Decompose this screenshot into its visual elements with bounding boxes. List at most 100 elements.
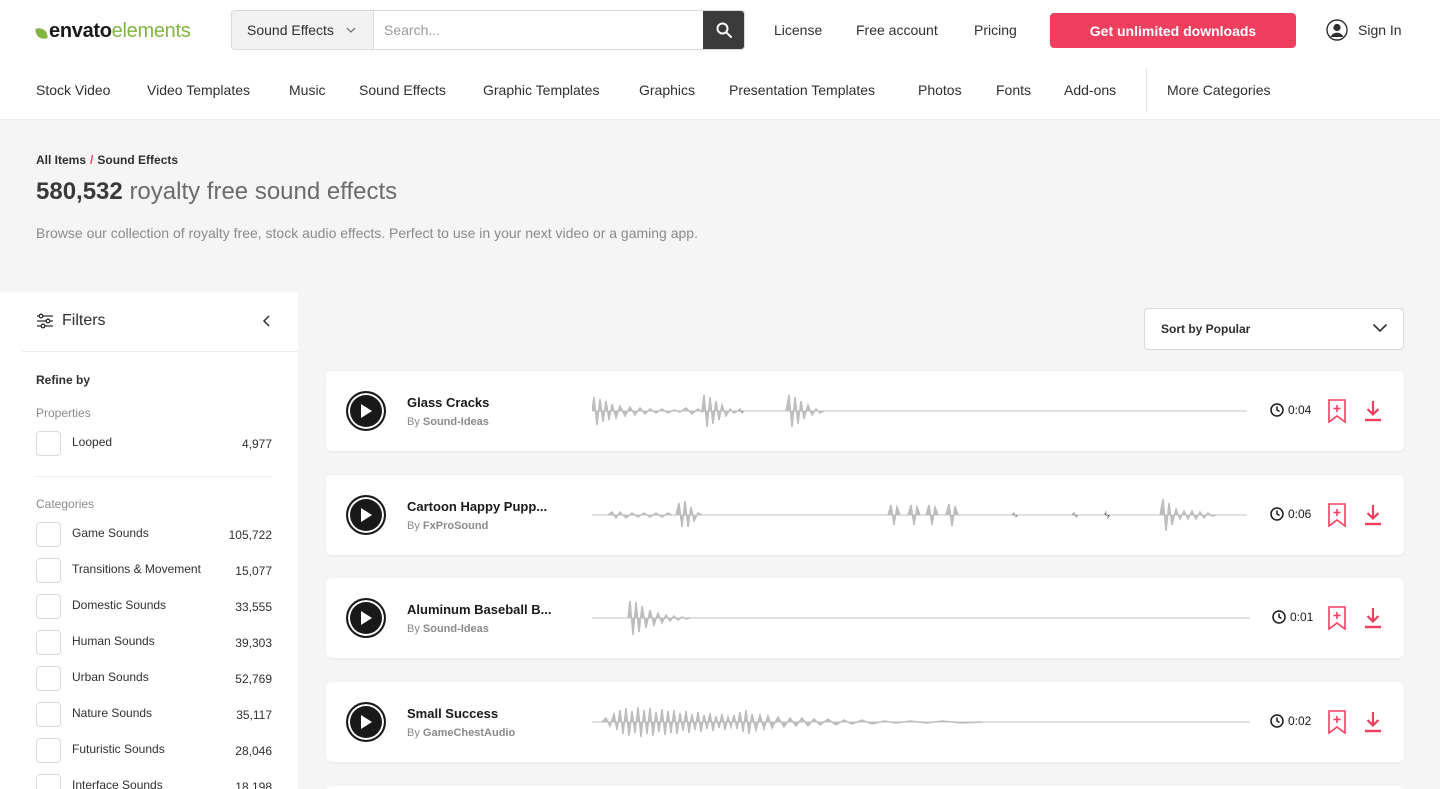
- nav-sound-effects[interactable]: Sound Effects: [359, 82, 446, 98]
- envato-elements-logo[interactable]: envato elements: [35, 18, 191, 44]
- bookmark-add-icon[interactable]: [1327, 399, 1347, 423]
- sign-in-label: Sign In: [1358, 22, 1402, 38]
- breadcrumb-all-items[interactable]: All Items: [36, 153, 86, 167]
- filter-count: 52,769: [235, 672, 272, 686]
- page-hero: All Items / Sound Effects 580,532 royalty …: [0, 120, 1440, 292]
- bookmark-add-icon[interactable]: [1327, 503, 1347, 527]
- sound-author-line: By GameChestAudio: [407, 727, 515, 739]
- play-button[interactable]: [346, 391, 386, 431]
- nav-presentation-templates[interactable]: Presentation Templates: [729, 82, 875, 98]
- bookmark-add-icon[interactable]: [1327, 606, 1347, 630]
- clock-icon: [1270, 403, 1284, 417]
- nav-fonts[interactable]: Fonts: [996, 82, 1031, 98]
- sound-author[interactable]: GameChestAudio: [423, 727, 515, 739]
- filter-futuristic-sounds[interactable]: Futuristic Sounds 28,046: [36, 738, 272, 763]
- sort-dropdown[interactable]: Sort by Popular: [1144, 308, 1404, 350]
- checkbox[interactable]: [36, 558, 61, 583]
- nav-more-categories[interactable]: More Categories: [1167, 82, 1271, 98]
- sound-author[interactable]: FxProSound: [423, 520, 488, 532]
- nav-video-templates[interactable]: Video Templates: [147, 82, 250, 98]
- by-prefix: By: [407, 520, 420, 532]
- sound-item-glass-cracks[interactable]: Glass Cracks By Sound-Ideas 0:04: [326, 371, 1404, 451]
- search-input[interactable]: [374, 11, 703, 49]
- filter-transitions-movement[interactable]: Transitions & Movement 15,077: [36, 558, 272, 583]
- sound-item-small-success[interactable]: Small Success By GameChestAudio 0:02: [326, 682, 1404, 762]
- waveform[interactable]: [592, 391, 1252, 431]
- play-button[interactable]: [346, 702, 386, 742]
- sound-author-line: By Sound-Ideas: [407, 623, 489, 635]
- nav-stock-video[interactable]: Stock Video: [36, 82, 110, 98]
- checkbox[interactable]: [36, 738, 61, 763]
- duration: 0:02: [1270, 714, 1311, 728]
- refine-by-label: Refine by: [36, 373, 91, 387]
- nav-music[interactable]: Music: [289, 82, 326, 98]
- checkbox[interactable]: [36, 702, 61, 727]
- sound-title[interactable]: Aluminum Baseball B...: [407, 602, 551, 617]
- search-category-select[interactable]: Sound Effects: [232, 11, 374, 49]
- filter-interface-sounds[interactable]: Interface Sounds 18,198: [36, 774, 272, 789]
- filters-divider: [22, 351, 298, 352]
- filter-count: 4,977: [241, 437, 272, 451]
- sound-item-cartoon-happy-puppy[interactable]: Cartoon Happy Pupp... By FxProSound 0:06: [326, 475, 1404, 555]
- filter-name: Futuristic Sounds: [72, 742, 165, 756]
- waveform[interactable]: [592, 598, 1252, 638]
- sound-item-aluminum-baseball[interactable]: Aluminum Baseball B... By Sound-Ideas 0:…: [326, 578, 1404, 658]
- sign-in-link[interactable]: Sign In: [1326, 19, 1402, 41]
- get-unlimited-downloads-button[interactable]: Get unlimited downloads: [1050, 13, 1296, 48]
- checkbox[interactable]: [36, 431, 61, 456]
- sound-title[interactable]: Cartoon Happy Pupp...: [407, 499, 547, 514]
- checkbox[interactable]: [36, 666, 61, 691]
- search-bar: Sound Effects: [231, 10, 745, 50]
- waveform[interactable]: [592, 702, 1252, 742]
- filter-name: Human Sounds: [72, 634, 155, 648]
- filter-nature-sounds[interactable]: Nature Sounds 35,117: [36, 702, 272, 727]
- pricing-link[interactable]: Pricing: [974, 22, 1017, 38]
- chevron-left-icon[interactable]: [260, 314, 274, 328]
- download-icon[interactable]: [1364, 400, 1382, 422]
- play-icon: [361, 611, 372, 625]
- filters-sidebar: Filters Refine by Properties Looped 4,97…: [0, 292, 298, 789]
- search-icon: [716, 22, 732, 38]
- filter-game-sounds[interactable]: Game Sounds 105,722: [36, 522, 272, 547]
- download-icon[interactable]: [1364, 711, 1382, 733]
- license-link[interactable]: License: [774, 22, 822, 38]
- nav-graphics[interactable]: Graphics: [639, 82, 695, 98]
- search-button[interactable]: [703, 11, 744, 49]
- duration: 0:06: [1270, 507, 1311, 521]
- checkbox[interactable]: [36, 522, 61, 547]
- checkbox[interactable]: [36, 774, 61, 789]
- sound-author[interactable]: Sound-Ideas: [423, 416, 489, 428]
- clock-icon: [1270, 507, 1284, 521]
- filter-human-sounds[interactable]: Human Sounds 39,303: [36, 630, 272, 655]
- download-icon[interactable]: [1364, 504, 1382, 526]
- user-icon: [1326, 19, 1348, 41]
- breadcrumb-separator: /: [90, 153, 94, 167]
- duration-value: 0:01: [1290, 610, 1314, 624]
- filter-count: 105,722: [228, 528, 272, 542]
- play-button[interactable]: [346, 598, 386, 638]
- sound-author[interactable]: Sound-Ideas: [423, 623, 489, 635]
- filter-domestic-sounds[interactable]: Domestic Sounds 33,555: [36, 594, 272, 619]
- section-divider: [36, 476, 272, 477]
- sound-title[interactable]: Small Success: [407, 706, 498, 721]
- play-button[interactable]: [346, 495, 386, 535]
- by-prefix: By: [407, 623, 420, 635]
- checkbox[interactable]: [36, 594, 61, 619]
- checkbox[interactable]: [36, 630, 61, 655]
- sound-title[interactable]: Glass Cracks: [407, 395, 489, 410]
- bookmark-add-icon[interactable]: [1327, 710, 1347, 734]
- page-description: Browse our collection of royalty free, s…: [36, 225, 698, 241]
- search-category-label: Sound Effects: [247, 22, 334, 38]
- free-account-link[interactable]: Free account: [856, 22, 938, 38]
- waveform[interactable]: [592, 495, 1252, 535]
- breadcrumb: All Items / Sound Effects: [36, 153, 178, 167]
- play-icon: [361, 508, 372, 522]
- nav-add-ons[interactable]: Add-ons: [1064, 82, 1116, 98]
- nav-photos[interactable]: Photos: [918, 82, 962, 98]
- nav-graphic-templates[interactable]: Graphic Templates: [483, 82, 599, 98]
- clock-icon: [1270, 714, 1284, 728]
- filter-looped[interactable]: Looped 4,977: [36, 431, 272, 456]
- download-icon[interactable]: [1364, 607, 1382, 629]
- filter-urban-sounds[interactable]: Urban Sounds 52,769: [36, 666, 272, 691]
- play-icon: [361, 404, 372, 418]
